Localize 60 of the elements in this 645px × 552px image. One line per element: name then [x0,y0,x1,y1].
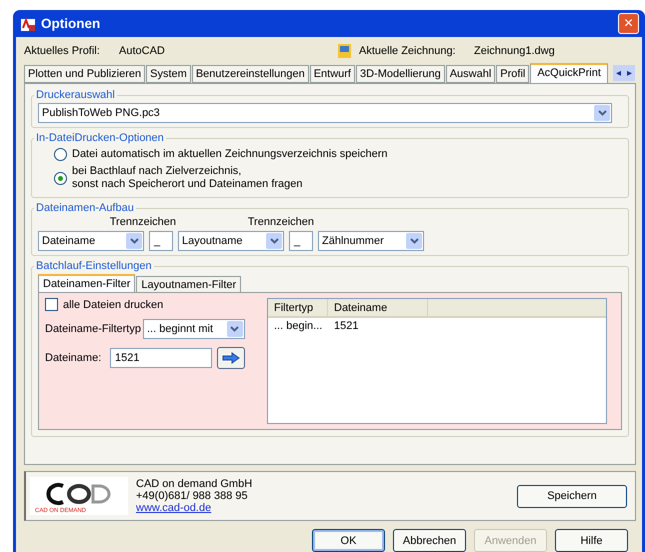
tab[interactable]: 3D-Modellierung [356,65,445,83]
dialog-button[interactable]: Abbrechen [393,529,466,552]
filename-field[interactable]: 1521 [110,348,212,368]
website-link[interactable]: www.cad-od.de [136,502,509,514]
tab-scroll-button[interactable]: ◂ [616,67,621,79]
tab[interactable]: Entwurf [310,65,355,83]
tab[interactable]: Dateinamen-Filter [38,274,136,292]
field-label: Dateiname: [45,352,102,364]
group-legend: Druckerauswahl [34,89,117,101]
add-button[interactable] [217,347,245,369]
part-dropdown[interactable]: Layoutname [178,231,284,251]
checkbox-label: alle Dateien drucken [63,298,164,310]
radio-label: bei Bacthlauf nach Zielverzeichnis, sonst nach Speicherort und Dateinamen fragen [72,165,303,191]
drawing-value: Zeichnung1.dwg [474,45,555,57]
profile-label: Aktuelles Profil: [24,45,101,57]
table-cell-text: 1521 [333,319,360,334]
company-phone: +49(0)681/ 988 388 95 [136,490,249,502]
chevron-down-icon [230,326,240,332]
separator-field[interactable]: _ [289,231,313,251]
printer-dropdown[interactable]: PublishToWeb PNG.pc3 [38,103,612,123]
close-button[interactable]: × [618,13,639,34]
filter-type-dropdown[interactable]: ... beginnt mit [142,319,245,339]
radio-label: Datei automatisch im aktuellen Zeichnungsverzeichnis speichern [72,148,388,161]
part-dropdown[interactable]: Dateiname [38,231,144,251]
tab[interactable]: System [146,65,191,83]
checkbox[interactable] [45,298,58,311]
column-header[interactable]: Dateiname [328,299,428,316]
arrow-right-icon [222,352,240,364]
separator-label: Trennzeichen [246,216,314,228]
dialog-button[interactable]: Hilfe [555,529,628,552]
save-button[interactable]: Speichern [517,484,627,508]
tab[interactable]: Profil [496,65,530,83]
chevron-down-icon [598,110,606,116]
tab[interactable]: Layoutnamen-Filter [136,276,242,292]
group-legend: In-DateiDrucken-Optionen [34,132,166,144]
chevron-down-icon [410,238,418,244]
tab-scroll-button[interactable]: ▸ [626,67,632,79]
drawing-file-icon [337,43,353,59]
field-label: Dateiname-Filtertyp [45,323,141,335]
group-legend: Dateinamen-Aufbau [34,202,136,214]
drawing-label: Aktuelle Zeichnung: [359,45,457,57]
window-title: Optionen [41,16,102,31]
app-icon [20,16,36,32]
separator-field[interactable]: _ [149,231,173,251]
chevron-down-icon [270,238,278,244]
table-cell-text: ... begin... [273,319,324,334]
chevron-down-icon [130,238,138,244]
tab[interactable]: Auswahl [446,65,496,83]
column-header[interactable]: Filtertyp [268,299,328,316]
part-dropdown[interactable]: Zählnummer [318,231,424,251]
tab[interactable]: Benutzereinstellungen [192,65,309,83]
group-legend: Batchlauf-Einstellungen [34,260,154,272]
profile-value: AutoCAD [119,45,166,57]
dialog-button[interactable]: OK [312,529,385,552]
company-name: CAD on demand GmbH [136,478,254,490]
tab[interactable]: Plotten und Publizieren [24,65,146,83]
radio-button[interactable] [54,148,67,161]
tab[interactable]: AcQuickPrint [530,63,608,83]
radio-button[interactable] [54,172,67,184]
separator-label: Trennzeichen [108,216,176,228]
